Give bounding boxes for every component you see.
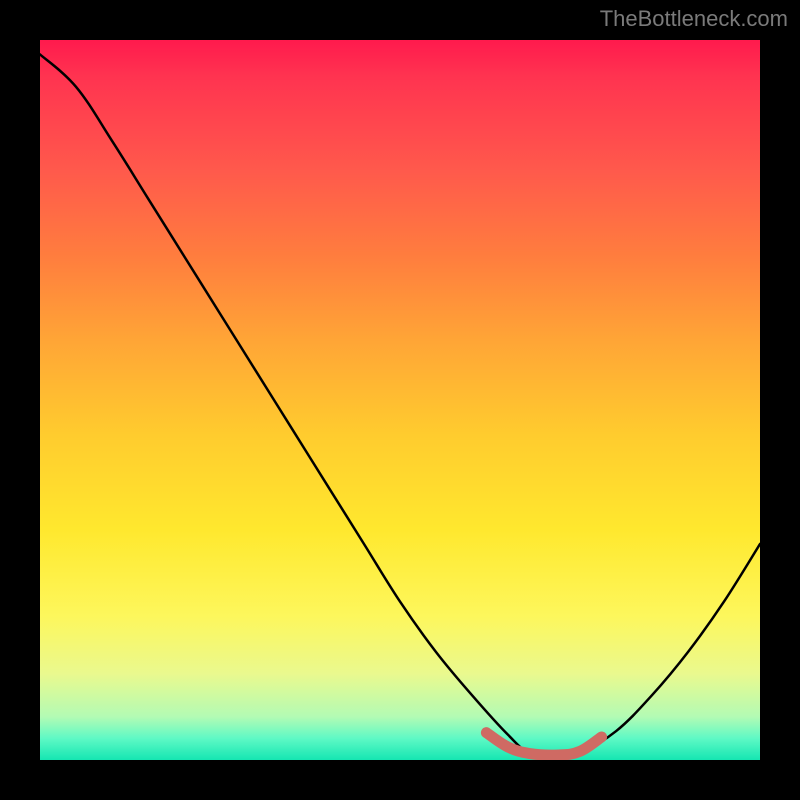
watermark-text: TheBottleneck.com [600, 6, 788, 32]
chart-svg [40, 40, 760, 760]
chart-plot-area [40, 40, 760, 760]
bottleneck-curve-path [40, 54, 760, 756]
highlight-band-path [486, 733, 601, 755]
